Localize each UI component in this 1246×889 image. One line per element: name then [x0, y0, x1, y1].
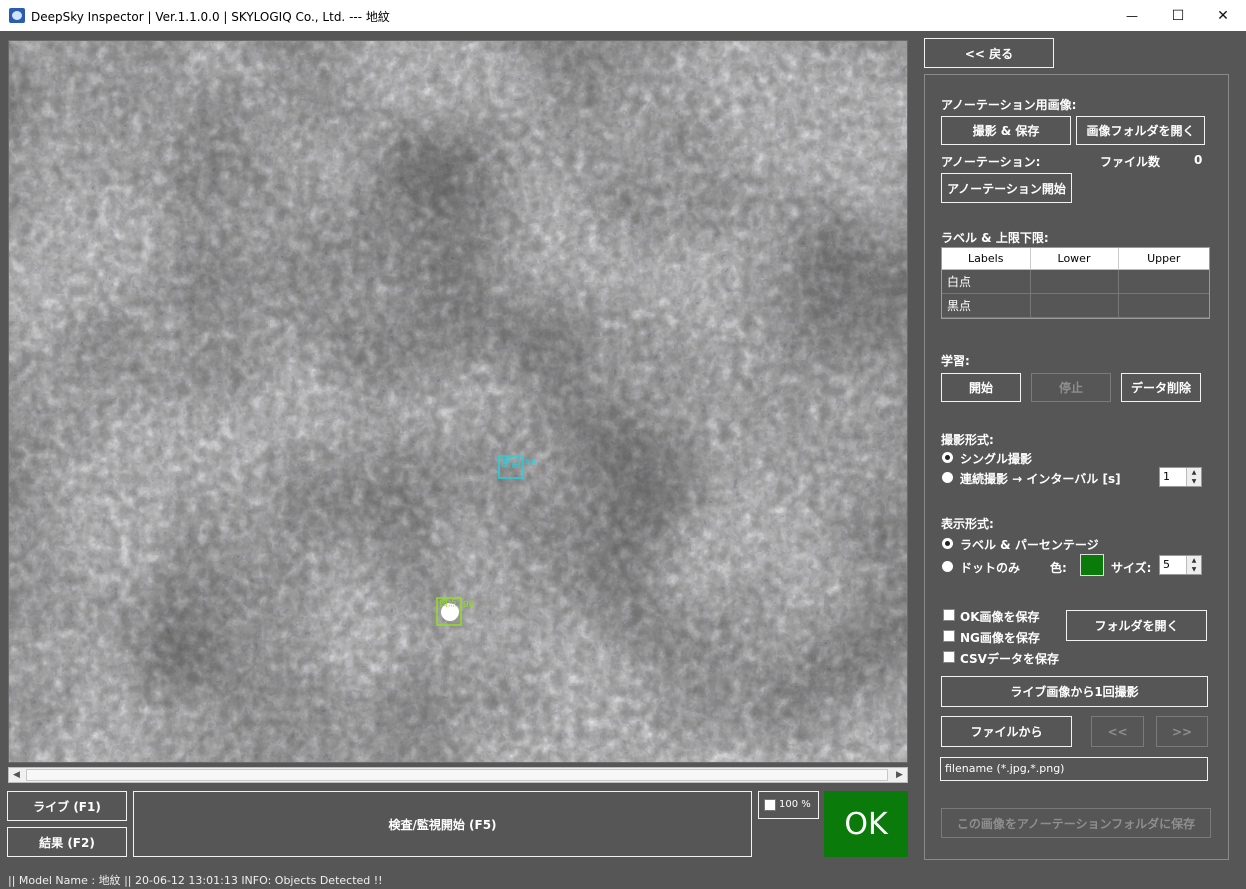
size-label: サイズ:: [1111, 561, 1152, 575]
open-folder-button[interactable]: フォルダを開く: [1066, 610, 1207, 641]
zoom-toggle[interactable]: 100 %: [758, 791, 819, 819]
stepper-arrows-icon[interactable]: ▲ ▼: [1186, 468, 1201, 486]
table-cell[interactable]: [1030, 269, 1119, 294]
zoom-checkbox[interactable]: [764, 799, 776, 811]
label-limits-table[interactable]: Labels Lower Upper 白点 黒点: [941, 247, 1210, 319]
continuous-capture-radio[interactable]: [942, 472, 953, 483]
save-csv-label: CSVデータを保存: [960, 652, 1059, 666]
detection-score-white: 98: [463, 600, 475, 610]
label-percentage-radio[interactable]: [942, 538, 953, 549]
save-csv-checkbox[interactable]: [943, 651, 955, 663]
scroll-right-icon[interactable]: ▶: [892, 768, 907, 782]
title-bar: DeepSky Inspector | Ver.1.1.0.0 | SKYLOG…: [0, 0, 1246, 31]
capture-once-button[interactable]: ライブ画像から1回撮影: [941, 676, 1208, 707]
save-ng-label: NG画像を保存: [960, 631, 1040, 645]
interval-stepper[interactable]: 1 ▲ ▼: [1159, 467, 1202, 487]
color-label: 色:: [1050, 561, 1067, 575]
table-cell[interactable]: [1030, 293, 1119, 318]
learning-start-button[interactable]: 開始: [941, 373, 1021, 402]
save-ok-label: OK画像を保存: [960, 610, 1040, 624]
horizontal-scrollbar[interactable]: ◀ ▶: [8, 767, 908, 783]
save-to-annotation-button[interactable]: この画像をアノーテーションフォルダに保存: [941, 808, 1211, 838]
save-ng-checkbox[interactable]: [943, 630, 955, 642]
single-capture-radio[interactable]: [942, 452, 953, 463]
table-row[interactable]: 黒点: [942, 293, 1209, 318]
delete-data-button[interactable]: データ削除: [1121, 373, 1201, 402]
inspect-start-button[interactable]: 検査/監視開始 (F5): [133, 791, 752, 857]
interval-value: 1: [1163, 470, 1170, 483]
detection-label-black: 黒点: [501, 458, 521, 470]
close-icon: ✕: [1217, 7, 1229, 24]
save-ok-checkbox[interactable]: [943, 609, 955, 621]
table-cell[interactable]: 白点: [942, 269, 1031, 294]
table-header: Upper: [1118, 248, 1209, 270]
single-capture-label: シングル撮影: [960, 452, 1033, 466]
detection-score-black: 98: [525, 459, 537, 469]
capture-mode-label: 撮影形式:: [941, 433, 994, 447]
dot-only-label: ドットのみ: [960, 561, 1021, 575]
window-title: DeepSky Inspector | Ver.1.1.0.0 | SKYLOG…: [31, 10, 390, 24]
scroll-left-icon[interactable]: ◀: [9, 768, 24, 782]
size-value: 5: [1163, 558, 1170, 571]
filename-field[interactable]: filename (*.jpg,*.png): [940, 757, 1208, 781]
stepper-arrows-icon[interactable]: ▲ ▼: [1186, 556, 1201, 574]
status-bar: || Model Name : 地紋 || 20-06-12 13:01:13 …: [8, 874, 383, 887]
app-icon: [9, 8, 25, 23]
prev-file-button[interactable]: <<: [1091, 716, 1144, 747]
zoom-label: 100 %: [779, 799, 811, 810]
table-cell[interactable]: [1118, 269, 1209, 294]
maximize-button[interactable]: ☐: [1155, 0, 1201, 31]
label-limits-label: ラベル & 上限下限:: [941, 231, 1049, 245]
annotation-start-button[interactable]: アノーテーション開始: [941, 173, 1072, 203]
back-button[interactable]: << 戻る: [924, 38, 1054, 68]
dot-color-swatch[interactable]: [1080, 554, 1104, 576]
result-button[interactable]: 結果 (F2): [7, 827, 127, 857]
annotation-images-label: アノーテーション用画像:: [941, 98, 1077, 112]
table-header: Lower: [1030, 248, 1119, 270]
file-count-value: 0: [1194, 153, 1203, 167]
table-header: Labels: [942, 248, 1031, 270]
close-button[interactable]: ✕: [1200, 0, 1246, 31]
learning-stop-button[interactable]: 停止: [1031, 373, 1111, 402]
next-file-button[interactable]: >>: [1156, 716, 1208, 747]
table-cell[interactable]: [1118, 293, 1209, 318]
display-mode-label: 表示形式:: [941, 517, 994, 531]
size-stepper[interactable]: 5 ▲ ▼: [1159, 555, 1202, 575]
continuous-capture-label: 連続撮影 → インターバル [s]: [960, 472, 1121, 486]
minimize-icon: —: [1126, 8, 1138, 23]
image-view[interactable]: 黒点 98 白点 98: [8, 40, 908, 763]
from-file-button[interactable]: ファイルから: [941, 716, 1072, 747]
table-cell[interactable]: 黒点: [942, 293, 1031, 318]
live-button[interactable]: ライブ (F1): [7, 791, 127, 821]
annotation-label: アノーテーション:: [941, 155, 1041, 169]
maximize-icon: ☐: [1171, 7, 1185, 24]
dot-only-radio[interactable]: [942, 561, 953, 572]
texture-image: 黒点 98 白点 98: [9, 41, 907, 762]
open-image-folder-button[interactable]: 画像フォルダを開く: [1076, 116, 1205, 145]
learning-label: 学習:: [941, 354, 970, 368]
detection-label-white: 白点: [439, 597, 457, 609]
minimize-button[interactable]: —: [1109, 0, 1155, 31]
label-percentage-label: ラベル & パーセンテージ: [960, 538, 1099, 552]
file-count-label: ファイル数: [1100, 155, 1161, 169]
capture-save-button[interactable]: 撮影 & 保存: [941, 116, 1071, 145]
scroll-thumb[interactable]: [26, 769, 888, 781]
verdict-indicator: OK: [824, 791, 908, 857]
table-row[interactable]: 白点: [942, 269, 1209, 294]
